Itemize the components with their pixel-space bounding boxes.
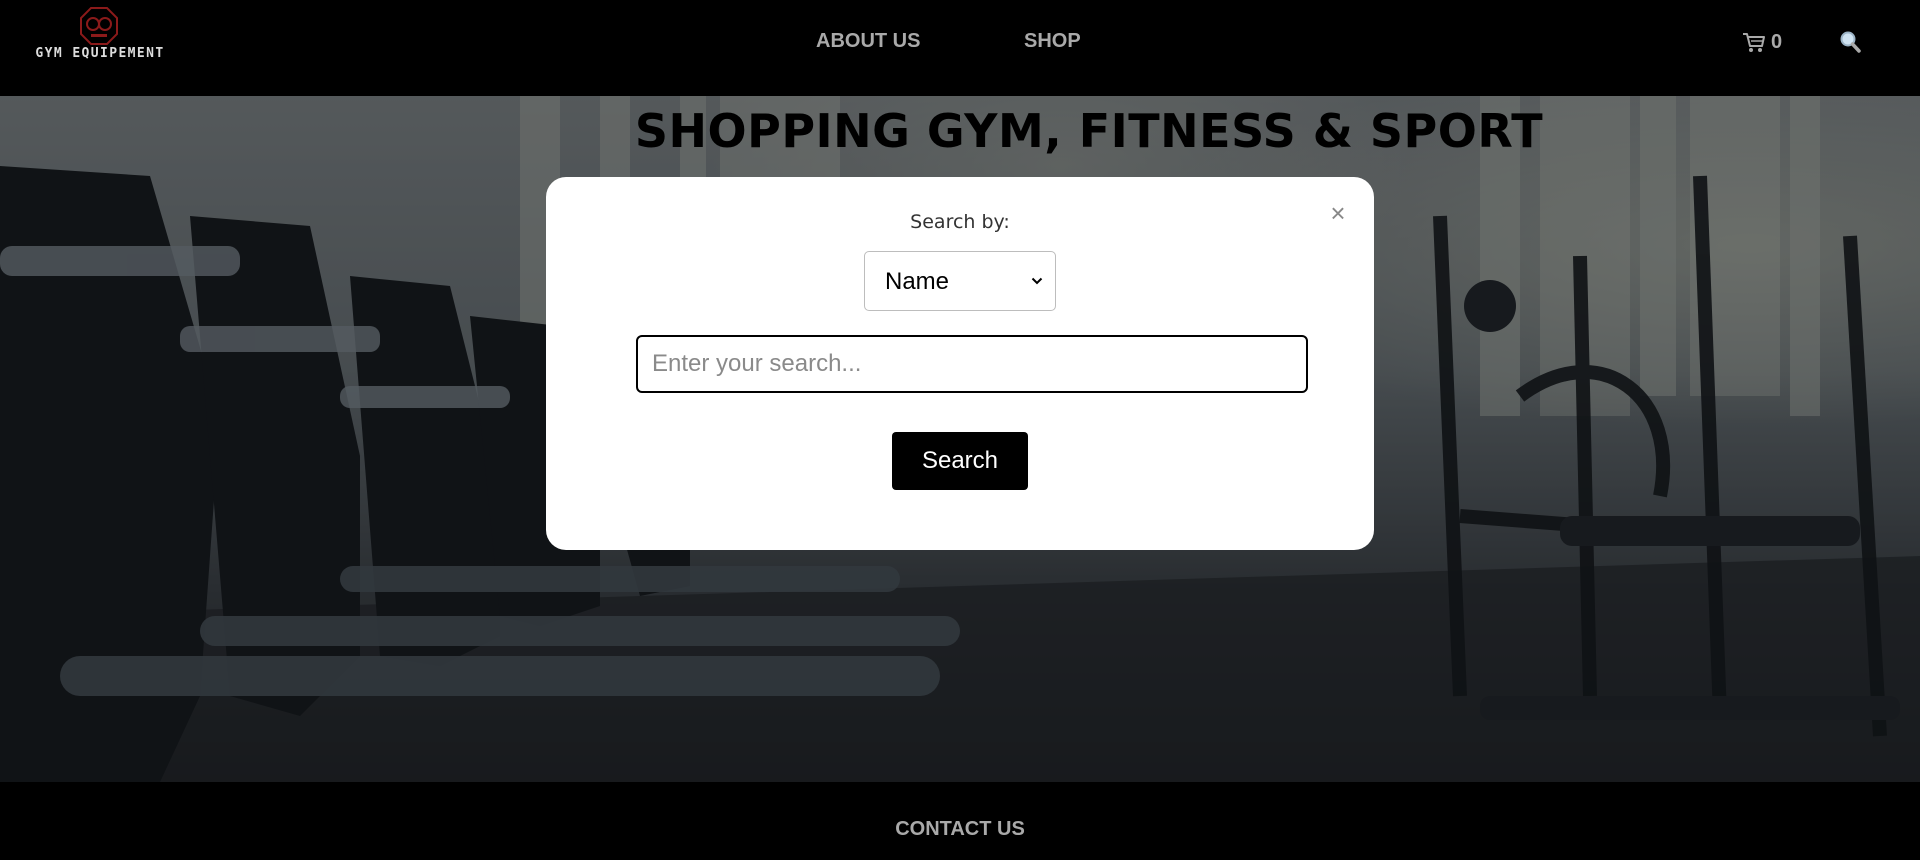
- cart-icon: [1743, 33, 1765, 52]
- search-by-label: Search by:: [910, 211, 1010, 233]
- search-modal: × Search by: Name Search: [546, 177, 1374, 550]
- logo-text: GYM EQUIPEMENT: [35, 46, 165, 61]
- chevron-down-icon: [1031, 277, 1043, 285]
- search-submit-button[interactable]: Search: [892, 432, 1028, 490]
- magnifier-icon[interactable]: [1838, 30, 1862, 54]
- dumbbell-logo-icon: [80, 7, 118, 45]
- site-logo[interactable]: GYM EQUIPEMENT: [30, 6, 170, 62]
- nav-shop-link[interactable]: SHOP: [1024, 30, 1081, 53]
- nav-about-us-link[interactable]: ABOUT US: [816, 30, 920, 53]
- search-by-select[interactable]: Name: [864, 251, 1056, 311]
- search-input[interactable]: [636, 335, 1308, 393]
- footer: CONTACT US: [0, 782, 1920, 860]
- cart-count: 0: [1771, 31, 1783, 53]
- top-navigation-bar: GYM EQUIPEMENT ABOUT US SHOP 0: [0, 0, 1920, 96]
- contact-us-link[interactable]: CONTACT US: [0, 818, 1920, 841]
- search-by-selected-value: Name: [885, 268, 950, 295]
